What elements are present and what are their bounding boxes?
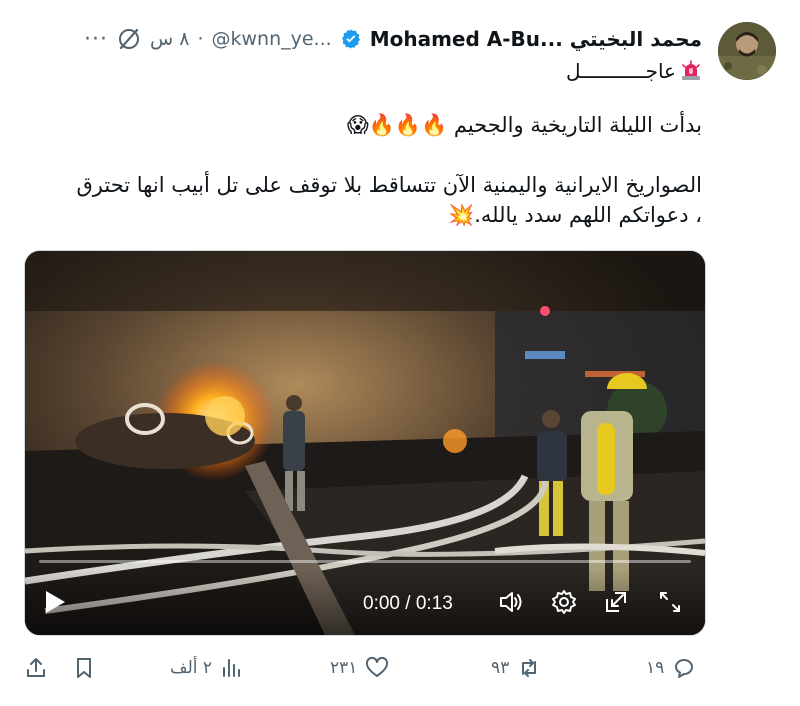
reply-bubble-icon [675, 659, 694, 678]
headline-text: عاجـــــــــــل [566, 59, 676, 83]
bookmark-button[interactable] [72, 650, 96, 686]
share-button[interactable] [24, 650, 48, 686]
repost-button[interactable]: ٩٣ [491, 650, 541, 686]
picture-in-picture-icon[interactable] [603, 589, 629, 615]
display-name[interactable]: Mohamed A-Bu... محمد البخيتي [370, 27, 702, 51]
settings-gear-icon[interactable] [551, 589, 577, 615]
reposts-count: ٩٣ [491, 658, 510, 678]
handle[interactable]: @kwnn_ye... [212, 28, 332, 50]
tweet-line: بدأت الليلة التاريخية والجحيم 🔥🔥🔥😱 [346, 113, 702, 137]
like-button[interactable]: ٢٣١ [330, 650, 389, 686]
separator-dot: · [197, 28, 204, 50]
more-options-icon[interactable]: ··· [84, 27, 108, 52]
tweet-card[interactable]: Mohamed A-Bu... محمد البخيتي @kwnn_ye...… [0, 0, 800, 706]
repost-icon [522, 659, 537, 677]
play-icon[interactable] [43, 589, 67, 615]
views-count: ٢ ألف [170, 658, 213, 678]
tweet-header: Mohamed A-Bu... محمد البخيتي @kwnn_ye...… [24, 24, 702, 54]
tweet-line: الصواريخ الايرانية واليمنية الآن تتساقط … [76, 173, 702, 197]
views-chart-icon [223, 659, 241, 677]
headline-line: عاجـــــــــــل [566, 56, 702, 86]
reply-button[interactable]: ١٩ [646, 650, 696, 686]
verified-badge-icon [340, 28, 362, 50]
volume-icon[interactable] [498, 589, 524, 615]
share-icon [27, 658, 45, 677]
views-button[interactable]: ٢ ألف [170, 650, 244, 686]
heart-icon [366, 656, 389, 677]
replies-count: ١٩ [646, 658, 665, 678]
video-player[interactable]: 0:00 / 0:13 [24, 250, 706, 636]
avatar[interactable] [718, 22, 776, 80]
action-bar: ٢ ألف ٢٣١ ٩٣ ١٩ [24, 650, 776, 686]
tweet-line: ، دعواتكم اللهم سدد يالله.💥 [448, 203, 702, 227]
likes-count: ٢٣١ [330, 658, 358, 678]
tweet-text: بدأت الليلة التاريخية والجحيم 🔥🔥🔥😱 الصوا… [30, 110, 702, 230]
siren-icon [680, 60, 702, 82]
grok-icon[interactable] [116, 26, 142, 52]
timestamp[interactable]: ٨ س [150, 28, 189, 50]
video-time: 0:00 / 0:13 [363, 593, 453, 614]
bookmark-icon [77, 658, 91, 678]
video-progress-bar[interactable] [39, 560, 691, 563]
tweet-line [30, 140, 702, 170]
fullscreen-icon[interactable] [657, 589, 683, 615]
